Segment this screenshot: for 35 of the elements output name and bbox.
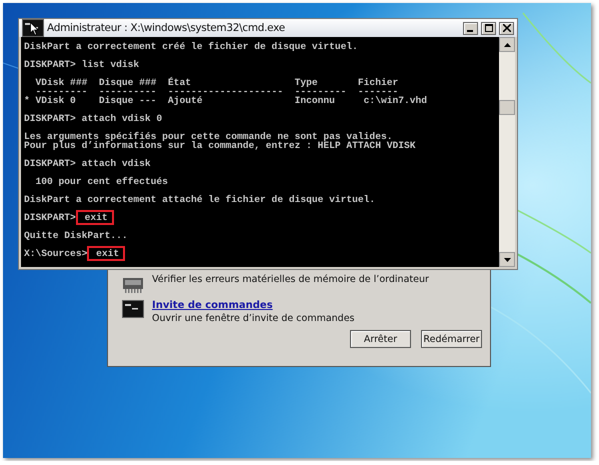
console-line: 100 pour cent effectués [34,177,168,186]
restart-button[interactable]: Redémarrer [421,330,482,348]
console-line: Les arguments spécifiés pour cette commande ne sont pas valides. [24,132,392,141]
prompt: DISKPART> [24,213,76,222]
highlighted-command: exit [78,213,111,222]
window-title: Administrateur : X:\windows\system32\cmd.exe [47,22,286,34]
command-text: list vdisk [80,60,140,69]
console-line: Quitte DiskPart... [24,231,128,240]
close-icon [502,24,510,32]
console-icon [122,300,144,318]
scroll-up-icon [504,42,510,46]
close-button[interactable] [499,22,514,34]
maximize-button[interactable] [481,22,496,34]
prompt: DISKPART> [24,114,76,123]
highlighted-command: exit [90,249,122,258]
scroll-down-icon [504,258,510,262]
prompt: DISKPART> [24,60,76,69]
scrollbar[interactable] [499,37,515,267]
prompt: DISKPART> [24,159,76,168]
console-line: VDisk ### Disque ### État Type Fichier [34,78,398,87]
option-description: Ouvrir une fenêtre d’invite de commandes [152,313,355,324]
console-line: * VDisk 0 Disque --- Ajouté Inconnu c:\win7.vhd [24,96,428,105]
command-text: attach vdisk [80,159,151,168]
prompt: X:\Sources> [24,249,88,258]
console-line: DiskPart a correctement créé le fichier de disque virtuel. [24,42,358,51]
shutdown-button[interactable]: Arrêter [350,330,411,348]
command-prompt-link[interactable]: Invite de commandes [152,300,355,311]
option-description: Vérifier les erreurs matérielles de mémoire de l’ordinateur [152,274,429,285]
scroll-thumb[interactable] [499,100,515,115]
minimize-button[interactable] [463,22,478,34]
command-text: attach vdisk 0 [80,114,162,123]
console-line: DiskPart a correctement attaché le fichier de disque virtuel. [24,195,376,204]
console-line: --------- ---------- -------------------- --------- ------- [34,87,398,96]
maximize-icon [484,24,492,32]
console-line: Pour plus d’informations sur la commande, entrez : HELP ATTACH VDISK [24,141,416,150]
